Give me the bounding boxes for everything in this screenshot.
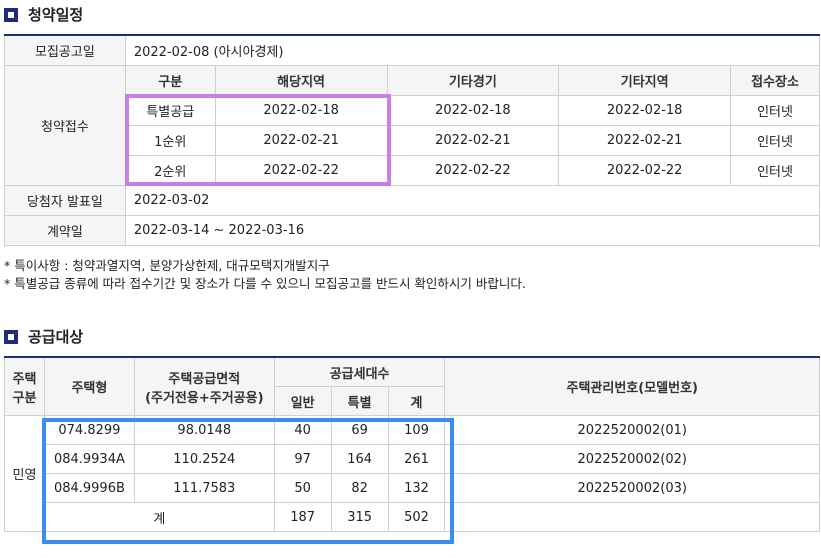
row-model: 074.8299 xyxy=(43,415,135,445)
row-special: 164 xyxy=(330,444,389,474)
row-area: 110.2524 xyxy=(133,444,275,474)
row-gyeonggi-date: 2022-02-18 xyxy=(386,95,560,126)
note-line: * 특이사항 : 청약과열지역, 분양가상한제, 대규모택지개발지구 xyxy=(4,258,330,273)
table-row: 2순위 2022-02-22 2022-02-22 2022-02-22 인터넷 xyxy=(5,155,820,186)
row-mgmt-no: 2022520002(01) xyxy=(444,415,820,445)
row-place: 인터넷 xyxy=(730,155,820,186)
row-general: 97 xyxy=(273,444,332,474)
row-local-date: 2022-02-22 xyxy=(214,155,388,186)
supply-table: 주택 구분 주택형 주택공급면적 (주거전용+주거공용) 공급세대수 주택관리번… xyxy=(4,356,820,532)
notice-label: 모집공고일 xyxy=(4,34,126,66)
col-header-general: 일반 xyxy=(273,386,332,416)
col-header-local: 해당지역 xyxy=(214,65,388,96)
table-row: 084.9996B 111.7583 50 82 132 2022520002(… xyxy=(5,473,820,503)
row-special: 82 xyxy=(330,473,389,503)
total-general: 187 xyxy=(273,502,332,532)
row-model: 084.9934A xyxy=(43,444,135,474)
row-general: 50 xyxy=(273,473,332,503)
row-mgmt-no: 2022520002(03) xyxy=(444,473,820,503)
winner-row: 당첨자 발표일 2022-03-02 xyxy=(4,185,821,216)
total-row: 계 187 315 502 xyxy=(5,502,820,532)
row-mgmt-no: 2022520002(02) xyxy=(444,444,820,474)
table-row: 특별공급 2022-02-18 2022-02-18 2022-02-18 인터… xyxy=(5,95,820,126)
row-type: 특별공급 xyxy=(124,95,216,126)
total-sum: 502 xyxy=(387,502,446,532)
square-bullet-icon xyxy=(4,329,18,344)
row-gyeonggi-date: 2022-02-21 xyxy=(386,125,560,156)
row-sum: 261 xyxy=(387,444,446,474)
row-sum: 109 xyxy=(387,415,446,445)
supply-header-row: 주택 구분 주택형 주택공급면적 (주거전용+주거공용) 공급세대수 주택관리번… xyxy=(4,356,820,416)
contract-row: 계약일 2022-03-14 ~ 2022-03-16 xyxy=(4,215,821,246)
schedule-title: 청약일정 xyxy=(28,6,84,24)
row-model: 084.9996B xyxy=(43,473,135,503)
schedule-section-title: 청약일정 xyxy=(4,4,83,25)
total-special: 315 xyxy=(330,502,389,532)
notice-row: 모집공고일 2022-02-08 (아시아경제) xyxy=(4,34,821,66)
col-header-mgmt: 주택관리번호(모델번호) xyxy=(444,356,820,416)
supply-section-title: 공급대상 xyxy=(4,326,83,347)
row-place: 인터넷 xyxy=(730,125,820,156)
supply-title: 공급대상 xyxy=(28,328,84,346)
col-header-house-type: 주택 구분 xyxy=(4,356,45,416)
row-type: 2순위 xyxy=(124,155,216,186)
apply-label: 청약접수 xyxy=(4,65,126,186)
category-cell: 민영 xyxy=(4,415,45,532)
winner-label: 당첨자 발표일 xyxy=(4,185,126,216)
row-general: 40 xyxy=(273,415,332,445)
contract-value: 2022-03-14 ~ 2022-03-16 xyxy=(124,215,821,246)
col-header-area: 주택공급면적 (주거전용+주거공용) xyxy=(133,356,275,416)
notice-value: 2022-02-08 (아시아경제) xyxy=(124,34,821,66)
row-area: 98.0148 xyxy=(133,415,275,445)
col-header-type: 구분 xyxy=(124,65,216,96)
square-bullet-icon xyxy=(4,7,18,22)
table-row: 민영 074.8299 98.0148 40 69 109 2022520002… xyxy=(4,415,820,532)
row-place: 인터넷 xyxy=(730,95,820,126)
table-row: 084.9934A 110.2524 97 164 261 2022520002… xyxy=(5,444,820,474)
row-local-date: 2022-02-18 xyxy=(214,95,388,126)
apply-header-row: 청약접수 구분 해당지역 기타경기 기타지역 접수장소 xyxy=(4,65,820,186)
col-header-model: 주택형 xyxy=(43,356,135,416)
row-gyeonggi-date: 2022-02-22 xyxy=(386,155,560,186)
table-row: 1순위 2022-02-21 2022-02-21 2022-02-21 인터넷 xyxy=(5,125,820,156)
col-header-special: 특별 xyxy=(330,386,389,416)
schedule-table: 모집공고일 2022-02-08 (아시아경제) 청약접수 구분 해당지역 기타… xyxy=(4,34,821,246)
total-mgmt-empty xyxy=(444,502,820,532)
col-header-sum: 계 xyxy=(387,386,446,416)
col-header-gyeonggi: 기타경기 xyxy=(386,65,560,96)
col-header-units: 공급세대수 xyxy=(273,356,446,387)
winner-value: 2022-03-02 xyxy=(124,185,821,216)
contract-label: 계약일 xyxy=(4,215,126,246)
total-label: 계 xyxy=(43,502,275,532)
row-other-date: 2022-02-18 xyxy=(558,95,732,126)
note-line: * 특별공급 종류에 따라 접수기간 및 장소가 다를 수 있으니 모집공고를 … xyxy=(4,276,526,291)
row-local-date: 2022-02-21 xyxy=(214,125,388,156)
row-special: 69 xyxy=(330,415,389,445)
row-type: 1순위 xyxy=(124,125,216,156)
row-sum: 132 xyxy=(387,473,446,503)
row-area: 111.7583 xyxy=(133,473,275,503)
col-header-place: 접수장소 xyxy=(730,65,820,96)
row-other-date: 2022-02-21 xyxy=(558,125,732,156)
notes: * 특이사항 : 청약과열지역, 분양가상한제, 대규모택지개발지구 * 특별공… xyxy=(4,257,526,293)
row-other-date: 2022-02-22 xyxy=(558,155,732,186)
col-header-other: 기타지역 xyxy=(558,65,732,96)
